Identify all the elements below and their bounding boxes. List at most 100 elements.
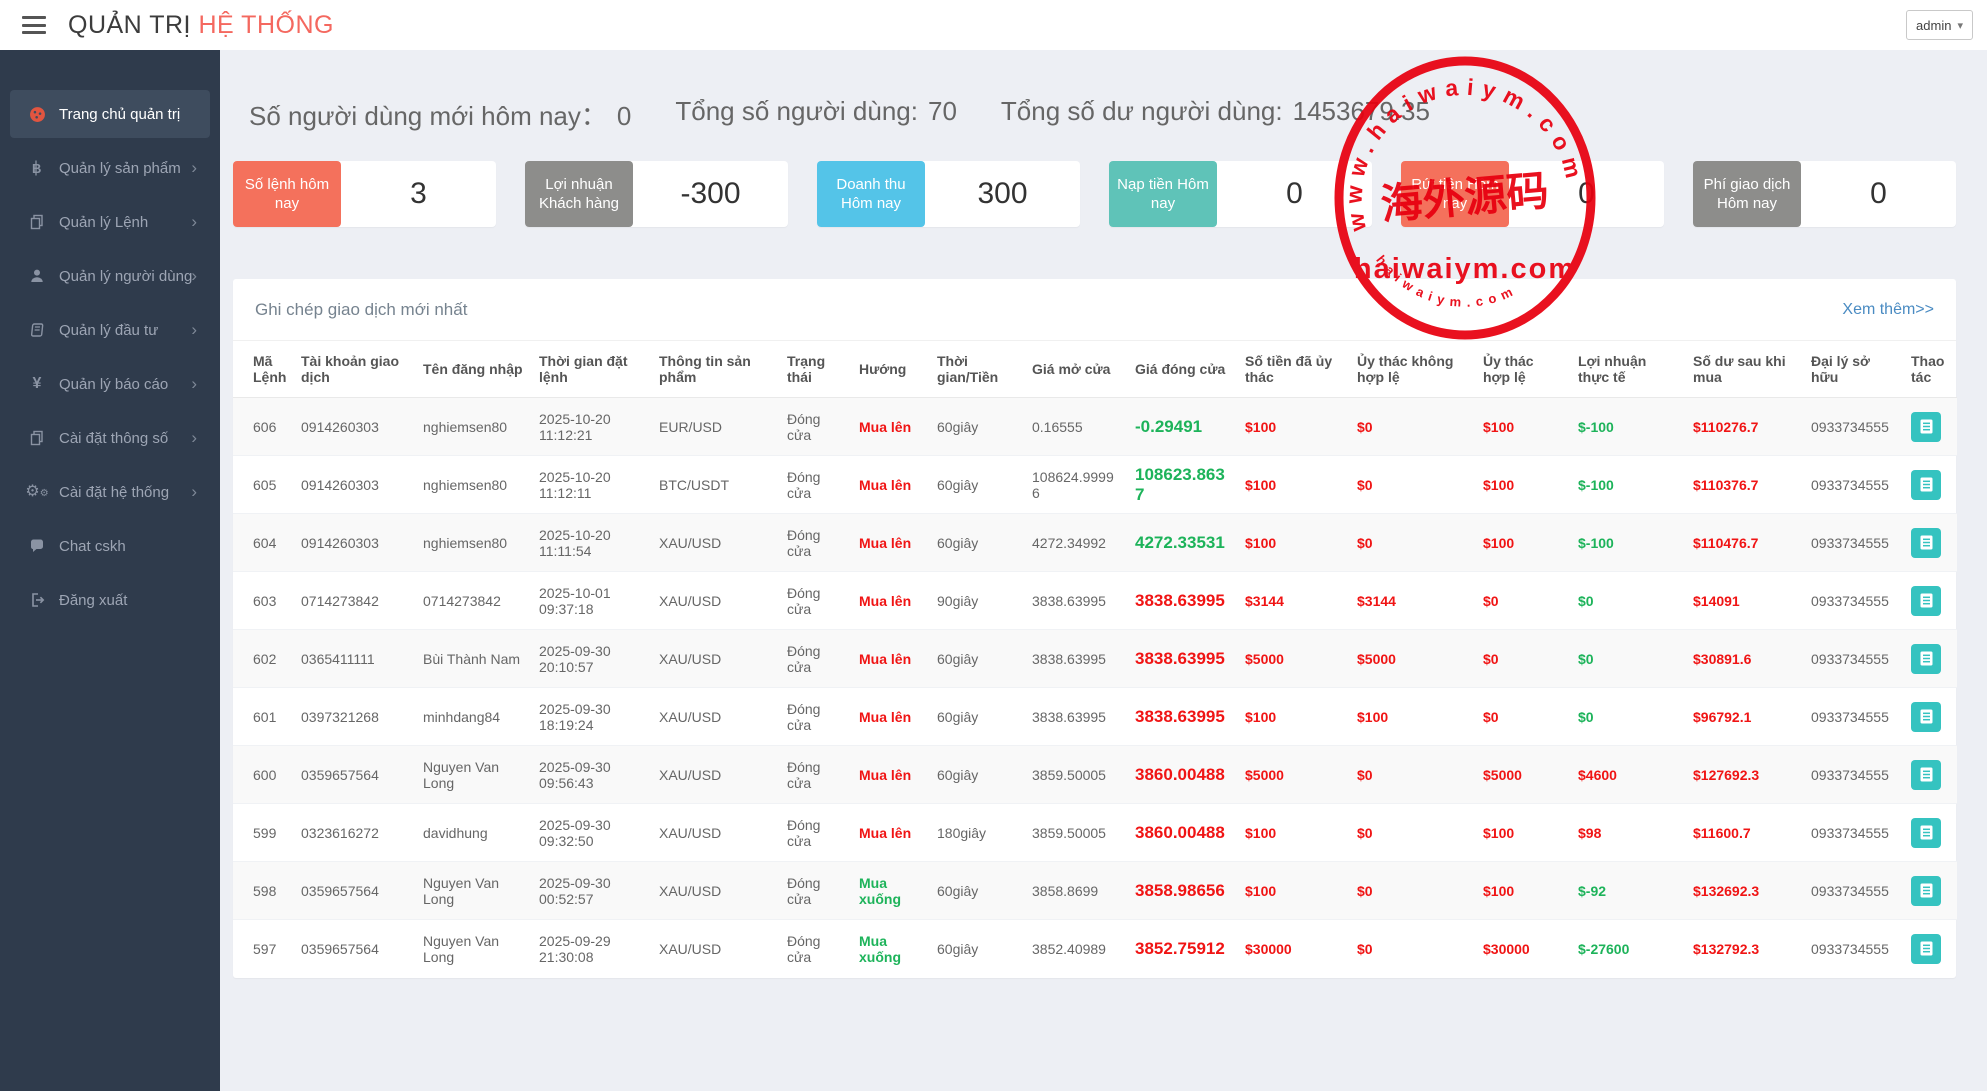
cell-duration: 60giây (929, 920, 1024, 978)
cell-duration: 180giây (929, 804, 1024, 862)
stat-card-customer-profit: Lợi nhuận Khách hàng -300 (525, 161, 788, 227)
cell-open: 3838.63995 (1024, 688, 1127, 746)
view-order-button[interactable] (1911, 934, 1941, 964)
cell-committed: $100 (1237, 514, 1349, 572)
column-header: Giá mở cửa (1024, 341, 1127, 398)
cell-invalid: $0 (1349, 920, 1475, 978)
cell-id: 597 (233, 920, 293, 978)
view-order-button[interactable] (1911, 586, 1941, 616)
sidebar-item-chat[interactable]: Chat cskh (10, 522, 210, 570)
cell-product: XAU/USD (651, 746, 779, 804)
view-order-button[interactable] (1911, 528, 1941, 558)
cell-product: XAU/USD (651, 572, 779, 630)
sidebar-item-parameter-settings[interactable]: Cài đặt thông số › (10, 414, 210, 462)
stat-card-label: Phí giao dịch Hôm nay (1693, 161, 1801, 227)
column-header: Giá đóng cửa (1127, 341, 1237, 398)
sidebar: Trang chủ quản trị B Quản lý sản phẩm › … (0, 50, 220, 1091)
column-header: Mã Lệnh (233, 341, 293, 398)
cell-open: 3852.40989 (1024, 920, 1127, 978)
sidebar-item-orders[interactable]: Quản lý Lệnh › (10, 198, 210, 246)
cell-id: 603 (233, 572, 293, 630)
sidebar-item-label: Quản lý đầu tư (59, 322, 158, 339)
view-order-button[interactable] (1911, 470, 1941, 500)
sidebar-item-label: Cài đặt hệ thống (59, 484, 169, 501)
stat-card-fees-today: Phí giao dịch Hôm nay 0 (1693, 161, 1956, 227)
cell-product: XAU/USD (651, 862, 779, 920)
cell-balance: $110476.7 (1685, 514, 1803, 572)
cell-agent: 0933734555 (1803, 456, 1903, 514)
stat-card-withdrawals-today: Rút tiền Hôm nay 0 (1401, 161, 1664, 227)
chevron-right-icon: › (191, 320, 197, 340)
cell-status: Đóng cửa (779, 862, 851, 920)
cell-username: nghiemsen80 (415, 514, 531, 572)
column-header: Lợi nhuận thực tế (1570, 341, 1685, 398)
column-header: Tài khoản giao dịch (293, 341, 415, 398)
cell-open: 3858.8699 (1024, 862, 1127, 920)
sidebar-item-label: Trang chủ quản trị (59, 106, 180, 123)
cell-invalid: $100 (1349, 688, 1475, 746)
cell-agent: 0933734555 (1803, 630, 1903, 688)
cell-time: 2025-09-30 20:10:57 (531, 630, 651, 688)
sidebar-item-system-settings[interactable]: ⚙⚙ Cài đặt hệ thống › (10, 468, 210, 516)
cell-valid: $0 (1475, 572, 1570, 630)
cell-product: EUR/USD (651, 398, 779, 456)
user-menu[interactable]: admin ▾ (1906, 10, 1973, 40)
sidebar-item-label: Đăng xuất (59, 592, 127, 609)
cell-profit: $0 (1570, 630, 1685, 688)
see-more-link[interactable]: Xem thêm>> (1842, 301, 1934, 319)
summary-total-balance: Tổng số dư người dùng: 1453679.35 (1001, 96, 1430, 133)
sidebar-item-users[interactable]: Quản lý người dùng › (10, 252, 210, 300)
cell-time: 2025-10-01 09:37:18 (531, 572, 651, 630)
column-header: Hướng (851, 341, 929, 398)
cell-profit: $-92 (1570, 862, 1685, 920)
sidebar-item-label: Quản lý báo cáo (59, 376, 168, 393)
summary-value: 0 (617, 101, 631, 132)
table-row: 6020365411111Bùi Thành Nam2025-09-30 20:… (233, 630, 1957, 688)
sidebar-item-label: Chat cskh (59, 538, 126, 555)
sidebar-item-logout[interactable]: Đăng xuất (10, 576, 210, 624)
view-order-button[interactable] (1911, 702, 1941, 732)
cell-balance: $132792.3 (1685, 920, 1803, 978)
bitcoin-icon: B (24, 160, 50, 176)
view-order-button[interactable] (1911, 818, 1941, 848)
stat-card-deposits-today: Nạp tiền Hôm nay 0 (1109, 161, 1372, 227)
sidebar-item-products[interactable]: B Quản lý sản phẩm › (10, 144, 210, 192)
cell-balance: $110376.7 (1685, 456, 1803, 514)
cell-profit: $-100 (1570, 514, 1685, 572)
cell-profit: $-100 (1570, 456, 1685, 514)
cell-agent: 0933734555 (1803, 862, 1903, 920)
cell-committed: $100 (1237, 398, 1349, 456)
view-order-button[interactable] (1911, 760, 1941, 790)
cell-duration: 60giây (929, 630, 1024, 688)
cell-account: 0359657564 (293, 862, 415, 920)
logout-icon (24, 592, 50, 608)
cell-id: 600 (233, 746, 293, 804)
cell-product: XAU/USD (651, 514, 779, 572)
svg-text:B: B (32, 161, 41, 176)
cell-status: Đóng cửa (779, 746, 851, 804)
column-header: Ủy thác hợp lệ (1475, 341, 1570, 398)
cell-actions (1903, 514, 1957, 572)
cell-direction: Mua lên (851, 514, 929, 572)
chevron-right-icon: › (191, 428, 197, 448)
cell-account: 0323616272 (293, 804, 415, 862)
cell-agent: 0933734555 (1803, 804, 1903, 862)
sidebar-item-reports[interactable]: ¥ Quản lý báo cáo › (10, 360, 210, 408)
table-row: 5980359657564Nguyen Van Long2025-09-30 0… (233, 862, 1957, 920)
cell-actions (1903, 688, 1957, 746)
cell-duration: 90giây (929, 572, 1024, 630)
view-order-button[interactable] (1911, 876, 1941, 906)
cell-product: XAU/USD (651, 688, 779, 746)
chevron-right-icon: › (191, 374, 197, 394)
cell-committed: $100 (1237, 456, 1349, 514)
cell-id: 602 (233, 630, 293, 688)
column-header: Số dư sau khi mua (1685, 341, 1803, 398)
sidebar-item-dashboard[interactable]: Trang chủ quản trị (10, 90, 210, 138)
app-brand: QUẢN TRỊ HỆ THỐNG (68, 11, 334, 40)
view-order-button[interactable] (1911, 644, 1941, 674)
hamburger-menu-icon[interactable] (22, 16, 46, 34)
cell-close: 3860.00488 (1127, 746, 1237, 804)
column-header: Tên đăng nhập (415, 341, 531, 398)
view-order-button[interactable] (1911, 412, 1941, 442)
sidebar-item-investments[interactable]: Quản lý đầu tư › (10, 306, 210, 354)
